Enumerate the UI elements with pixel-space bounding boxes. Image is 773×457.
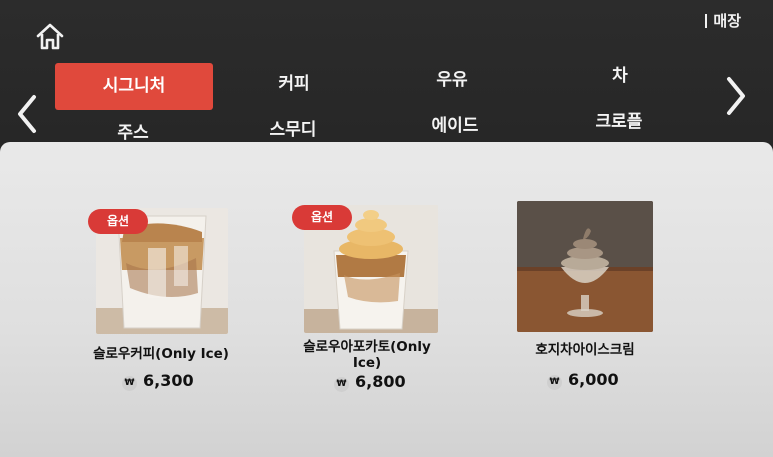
prev-category-button[interactable] <box>12 92 42 136</box>
next-category-button[interactable] <box>721 74 751 118</box>
top-bar: 매장 시그니처 커피 우유 차 주스 스무디 에이드 크로플 <box>0 0 773 160</box>
product-card[interactable]: 호지차아이스크림 ₩6,000 <box>500 142 680 402</box>
divider <box>705 14 708 28</box>
product-price: ₩6,300 <box>122 371 194 391</box>
home-icon <box>36 23 64 50</box>
option-badge: 옵션 <box>292 205 352 230</box>
won-icon: ₩ <box>334 377 349 392</box>
option-badge: 옵션 <box>88 209 148 234</box>
chevron-left-icon <box>18 95 36 133</box>
product-card[interactable]: 옵션 슬로우아포카토(Only Ice) ₩6,800 <box>270 142 470 402</box>
tab-smoothie[interactable]: 스무디 <box>250 118 336 142</box>
chevron-right-icon <box>727 77 745 115</box>
won-icon: ₩ <box>547 375 562 390</box>
product-card[interactable]: 옵션 슬로우커피(Only Ice) ₩6,300 <box>0 142 260 402</box>
home-button[interactable] <box>30 18 70 54</box>
product-name: 호지차아이스크림 <box>535 342 635 358</box>
tab-signature[interactable]: 시그니처 <box>55 63 213 110</box>
product-grid: 옵션 슬로우커피(Only Ice) ₩6,300 옵션 슬로우아포카토(Onl… <box>0 142 773 457</box>
product-name: 슬로우커피(Only Ice) <box>93 346 229 362</box>
tab-coffee[interactable]: 커피 <box>256 72 332 96</box>
won-icon: ₩ <box>122 376 137 391</box>
product-name: 슬로우아포카토(Only Ice) <box>303 339 431 371</box>
dine-in-label[interactable]: 매장 <box>705 10 741 31</box>
product-price: ₩6,800 <box>334 372 406 392</box>
tab-ade[interactable]: 에이드 <box>412 114 498 138</box>
tab-milk[interactable]: 우유 <box>414 68 490 92</box>
hojicha-icecream-photo <box>517 201 653 332</box>
tab-tea[interactable]: 차 <box>582 64 658 88</box>
product-price: ₩6,000 <box>547 370 619 390</box>
tab-croffle[interactable]: 크로플 <box>576 110 662 134</box>
